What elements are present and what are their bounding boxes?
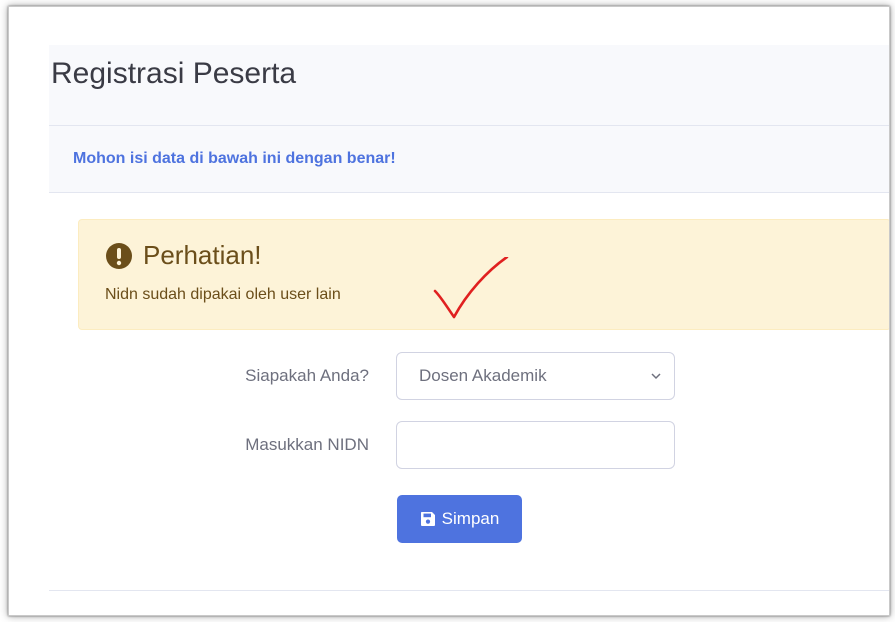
role-select-value: Dosen Akademik <box>419 366 547 385</box>
screenshot-frame: Registrasi Peserta Mohon isi data di baw… <box>8 6 890 616</box>
nidn-input[interactable] <box>396 421 675 469</box>
save-button[interactable]: Simpan <box>397 495 522 543</box>
alert-title: Perhatian! <box>143 240 262 270</box>
instruction-bar: Mohon isi data di bawah ini dengan benar… <box>49 126 889 193</box>
red-checkmark-annotation <box>433 257 509 319</box>
card-header: Registrasi Peserta <box>49 45 889 126</box>
card-footer-divider <box>49 590 889 591</box>
alert-header: Perhatian! <box>105 240 262 271</box>
role-select[interactable]: Dosen Akademik <box>396 352 675 400</box>
chevron-down-icon <box>651 373 661 380</box>
save-icon <box>420 512 435 526</box>
save-button-label: Simpan <box>441 509 500 528</box>
page-title: Registrasi Peserta <box>51 57 297 90</box>
nidn-label: Masukkan NIDN <box>245 435 369 454</box>
alert-message: Nidn sudah dipakai oleh user lain <box>105 286 341 303</box>
exclamation-circle-icon <box>106 242 132 269</box>
role-label: Siapakah Anda? <box>245 366 369 385</box>
instruction-text: Mohon isi data di bawah ini dengan benar… <box>73 150 396 167</box>
